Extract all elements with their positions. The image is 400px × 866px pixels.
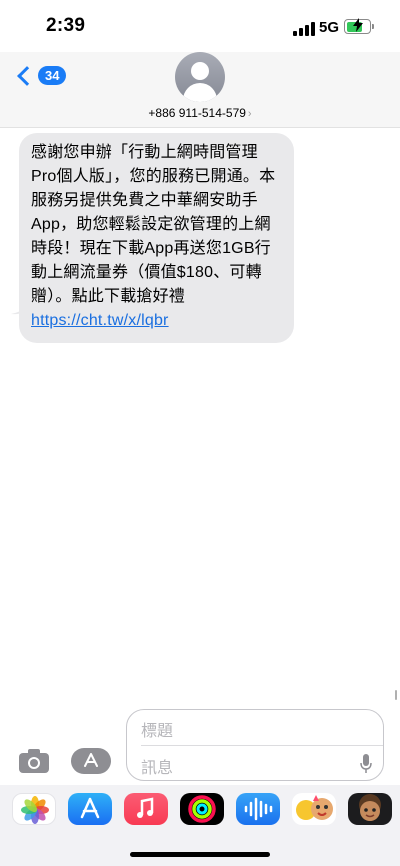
chevron-left-icon	[17, 65, 37, 86]
memoji-avatar-icon[interactable]	[348, 793, 392, 825]
message-text: 感謝您申辦「行動上網時間管理Pro個人版」，您的服務已開通。本服務另提供免費之中…	[31, 144, 276, 305]
bubble-tail	[11, 295, 31, 315]
chevron-right-icon: ›	[247, 108, 252, 120]
cellular-signal-icon	[293, 22, 315, 36]
music-app-icon[interactable]	[124, 793, 168, 825]
message-input[interactable]: 訊息	[141, 754, 173, 778]
message-link[interactable]: https://cht.tw/x/lqbr	[31, 312, 169, 329]
subject-field[interactable]: 標題	[141, 717, 173, 741]
camera-button[interactable]	[19, 748, 49, 774]
memoji-stickers-icon[interactable]	[292, 793, 336, 825]
charging-bolt-icon	[352, 18, 364, 35]
compose-box[interactable]: 標題 訊息	[126, 709, 384, 781]
home-indicator[interactable]	[130, 852, 270, 857]
scroll-indicator[interactable]	[395, 690, 397, 700]
compose-divider	[141, 745, 383, 746]
photos-app-icon[interactable]	[12, 793, 56, 825]
contact-name[interactable]: +886 911-514-579 ›	[0, 106, 400, 120]
conversation-header: 34 +886 911-514-579 ›	[0, 52, 400, 128]
camera-icon	[19, 749, 49, 773]
contact-number: +886 911-514-579	[148, 106, 246, 120]
battery-tip	[372, 24, 374, 29]
audio-message-icon[interactable]	[236, 793, 280, 825]
app-store-a-icon	[84, 753, 98, 767]
microphone-icon[interactable]	[360, 754, 372, 774]
fitness-app-icon[interactable]	[180, 793, 224, 825]
unread-count-badge: 34	[38, 66, 67, 85]
app-store-button[interactable]	[71, 748, 111, 774]
status-bar: 2:39 5G	[0, 0, 400, 52]
app-store-icon[interactable]	[68, 793, 112, 825]
contact-avatar[interactable]	[175, 52, 225, 102]
back-button[interactable]: 34	[14, 65, 67, 86]
status-time: 2:39	[46, 15, 86, 36]
network-type: 5G	[319, 19, 340, 36]
message-bubble[interactable]: 感謝您申辦「行動上網時間管理Pro個人版」，您的服務已開通。本服務另提供免費之中…	[19, 133, 294, 343]
